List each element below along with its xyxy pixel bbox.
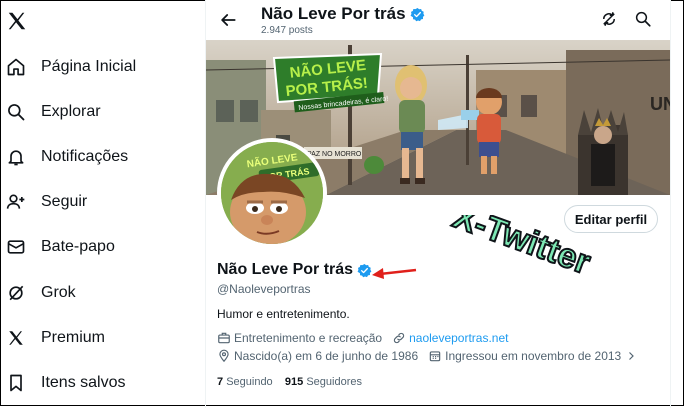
envelope-icon xyxy=(5,236,27,258)
profile-column: Não Leve Por trás 2.947 posts NÃO LEVE P… xyxy=(205,0,671,408)
post-count: 2.947 posts xyxy=(261,25,313,36)
banner-sign-text: PAZ NO MORRO xyxy=(307,151,362,158)
sidebar-item-label: Premium xyxy=(41,329,106,346)
grok-icon xyxy=(5,282,27,304)
profile-handle: @Naoleveportras xyxy=(217,282,311,296)
profile-meta-row-2: Nascido(a) em 6 de junho de 1986 Ingress… xyxy=(217,349,650,363)
bookmark-icon xyxy=(5,372,27,394)
profile-category-text: Entretenimento e recreação xyxy=(234,331,383,345)
link-icon xyxy=(393,332,405,344)
sidebar-item-label: Notificações xyxy=(41,148,129,165)
profile-category: Entretenimento e recreação xyxy=(217,331,382,345)
banner-wall-text: UN xyxy=(650,94,670,114)
sidebar-item-label: Seguir xyxy=(41,193,88,210)
search-icon xyxy=(5,101,27,123)
profile-header-bar: Não Leve Por trás 2.947 posts xyxy=(206,0,670,40)
profile-joined[interactable]: Ingressou em novembro de 2013 xyxy=(428,349,640,363)
sidebar-item-home[interactable]: Página Inicial xyxy=(0,47,136,87)
add-person-icon xyxy=(5,191,27,213)
following-link[interactable]: 7 Seguindo xyxy=(217,376,273,388)
avatar[interactable]: NÃO LEVE POR TRÁS xyxy=(217,138,327,248)
sidebar-item-premium[interactable]: Premium xyxy=(0,318,105,358)
x-logo-icon xyxy=(5,327,27,349)
sidebar-item-label: Bate-papo xyxy=(41,238,115,255)
follow-stats: 7 Seguindo 915 Seguidores xyxy=(217,376,362,388)
profile-birth: Nascido(a) em 6 de junho de 1986 xyxy=(217,349,418,363)
location-pin-icon xyxy=(219,349,229,363)
profile-bio: Humor e entretenimento. xyxy=(217,307,350,321)
profile-website[interactable]: naoleveportras.net xyxy=(392,331,509,345)
sidebar-item-label: Explorar xyxy=(41,103,101,120)
sidebar-item-grok[interactable]: Grok xyxy=(0,273,76,313)
page-title: Não Leve Por trás xyxy=(261,4,425,24)
bell-icon xyxy=(5,146,27,168)
chevron-right-icon xyxy=(629,352,635,360)
sidebar-item-bookmarks[interactable]: Itens salvos xyxy=(0,363,125,403)
sidebar: Página Inicial Explorar Notificações Seg… xyxy=(0,0,200,408)
annotation-arrow xyxy=(370,262,420,282)
followers-count: 915 xyxy=(284,376,304,388)
verified-badge-icon xyxy=(410,7,424,21)
back-arrow-icon[interactable] xyxy=(218,10,238,30)
following-count: 7 xyxy=(217,376,224,388)
sidebar-item-chat[interactable]: Bate-papo xyxy=(0,227,115,267)
profile-meta-row-1: Entretenimento e recreação naoleveportra… xyxy=(217,331,519,345)
profile-name-text: Não Leve Por trás xyxy=(217,261,354,278)
sidebar-item-label: Grok xyxy=(41,284,76,301)
sidebar-item-label: Página Inicial xyxy=(41,58,137,75)
watermark-text: X-Twitter xyxy=(448,215,595,282)
profile-joined-text: Ingressou em novembro de 2013 xyxy=(445,349,622,363)
profile-website-link[interactable]: naoleveportras.net xyxy=(409,331,508,345)
page-title-text: Não Leve Por trás xyxy=(261,4,406,23)
calendar-icon xyxy=(429,351,441,362)
followers-label: Seguidores xyxy=(306,376,362,388)
refresh-icon[interactable] xyxy=(600,10,620,30)
x-logo-icon[interactable] xyxy=(6,10,28,32)
sidebar-item-explore[interactable]: Explorar xyxy=(0,92,101,132)
following-label: Seguindo xyxy=(226,376,273,388)
followers-link[interactable]: 915 Seguidores xyxy=(285,376,362,388)
briefcase-icon xyxy=(218,332,230,344)
watermark: X-Twitter xyxy=(430,196,660,315)
sidebar-item-notifications[interactable]: Notificações xyxy=(0,137,128,177)
sidebar-item-label: Itens salvos xyxy=(41,374,126,391)
profile-name: Não Leve Por trás xyxy=(217,261,372,279)
search-icon[interactable] xyxy=(634,10,654,30)
home-icon xyxy=(5,56,27,78)
sidebar-item-follow[interactable]: Seguir xyxy=(0,182,87,222)
profile-birth-text: Nascido(a) em 6 de junho de 1986 xyxy=(234,349,419,363)
